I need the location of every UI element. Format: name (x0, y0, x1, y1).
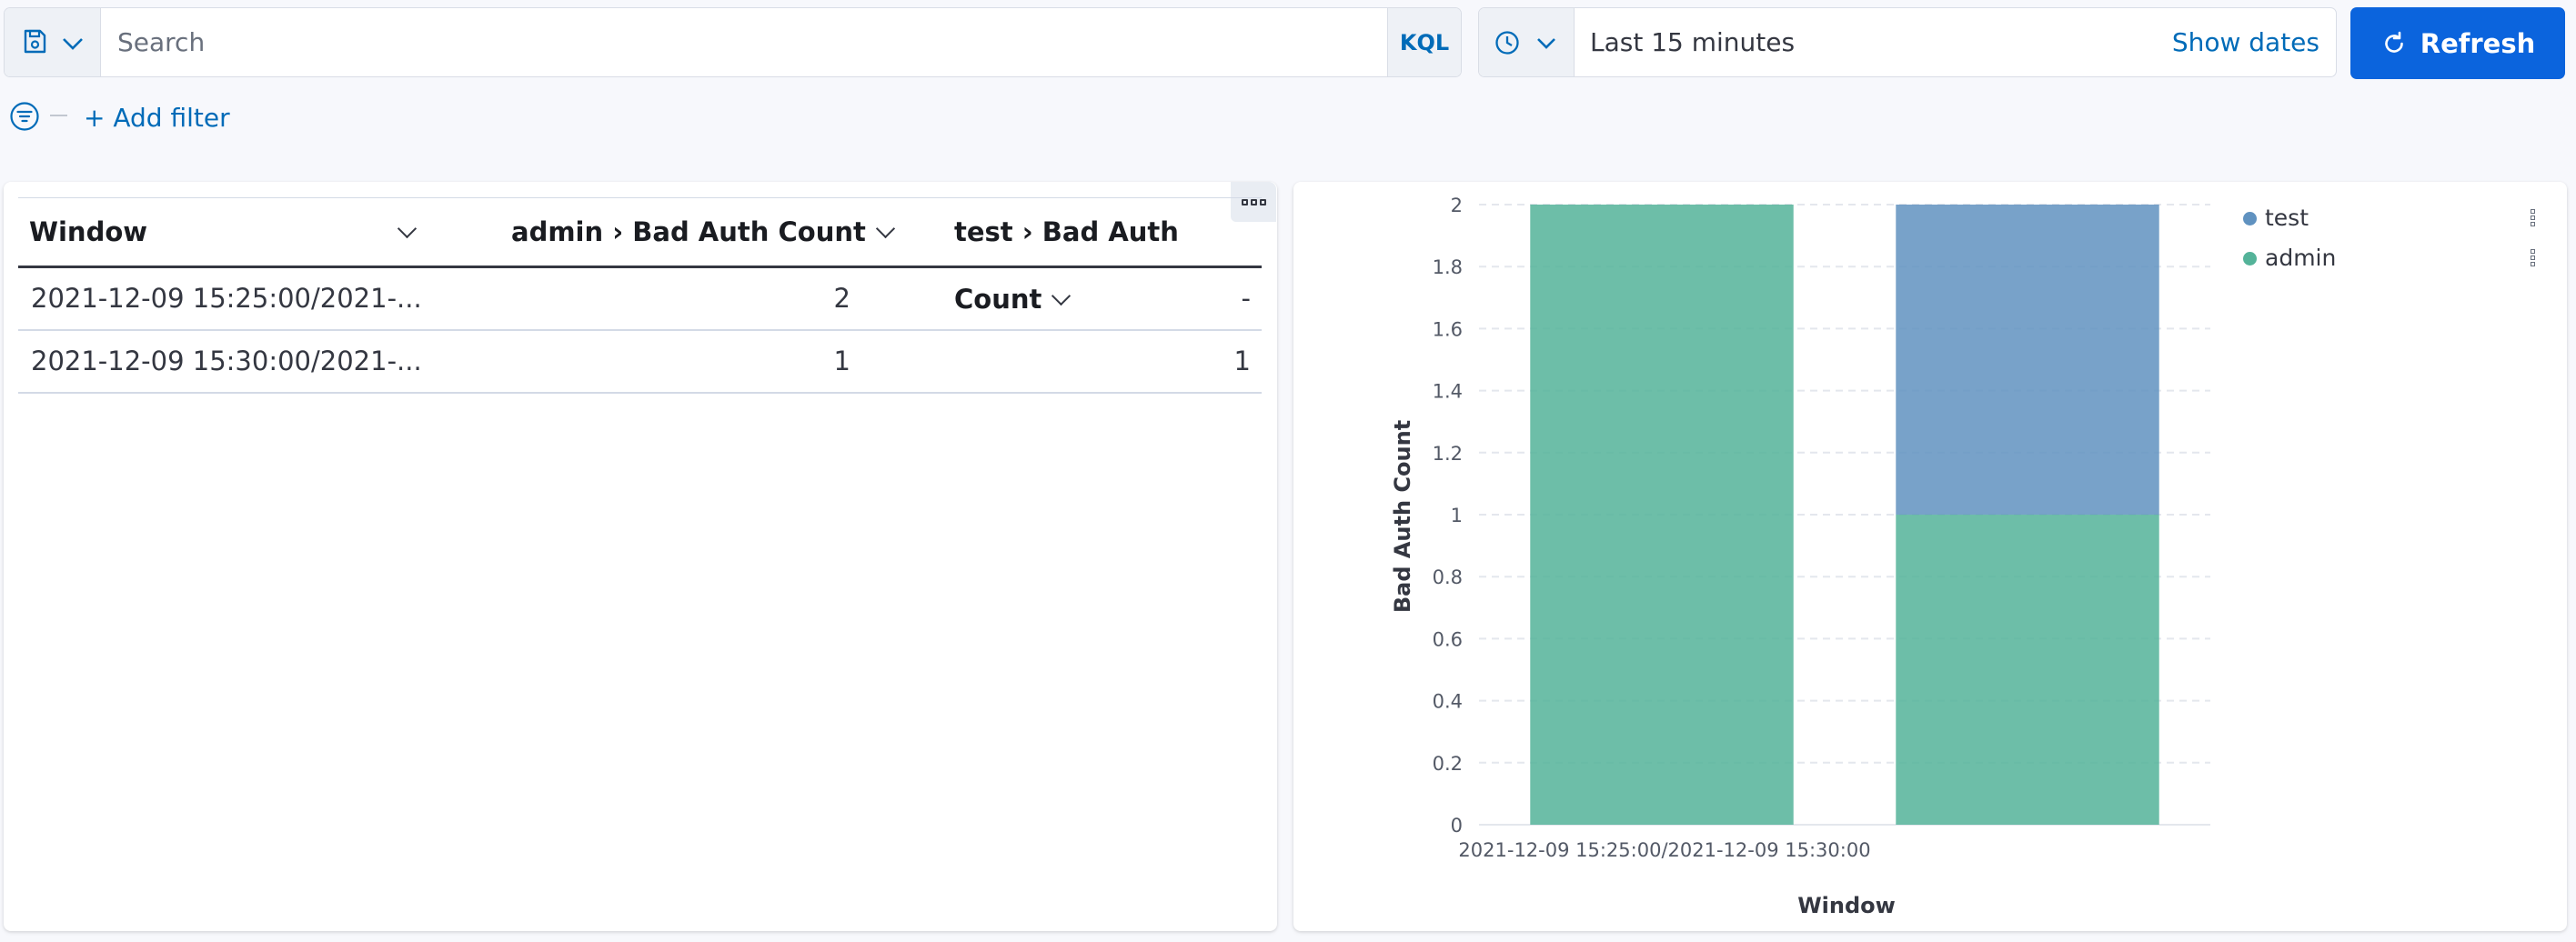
query-language-button[interactable]: KQL (1387, 8, 1461, 76)
filter-divider (50, 115, 67, 116)
table-row: 2021-12-09 15:25:00/2021-... 2 - (18, 268, 1262, 331)
bar-test (1896, 205, 2159, 515)
save-icon (24, 29, 46, 54)
refresh-icon (2384, 31, 2403, 53)
saved-query-menu-button[interactable] (5, 8, 101, 76)
refresh-button[interactable]: Refresh (2350, 7, 2565, 79)
time-picker: Last 15 minutes Show dates (1478, 7, 2337, 77)
y-tick-label: 2 (1451, 195, 1463, 216)
chevron-down-icon (875, 218, 895, 239)
column-header-admin-count[interactable]: admin › Bad Auth Count (511, 198, 895, 266)
table-cell-window: 2021-12-09 15:25:00/2021-... (31, 283, 422, 314)
show-dates-button[interactable]: Show dates (2172, 8, 2319, 76)
chevron-down-icon (1537, 38, 1555, 49)
x-tick-label: 2021-12-09 15:25:00/2021-12-09 15:30:00 (1458, 839, 1870, 861)
y-tick-label: 1.2 (1433, 443, 1463, 465)
legend-options-icon[interactable] (2531, 209, 2536, 228)
table-cell-admin-count: 1 (833, 346, 850, 376)
y-tick-label: 0.6 (1433, 628, 1463, 650)
table-cell-test-count: - (1241, 283, 1251, 314)
add-filter-button[interactable]: + Add filter (84, 103, 230, 133)
bar-admin (1896, 515, 2159, 825)
chart-panel: 0 0.2 0.4 0.6 0.8 1 1.2 1.4 1.6 1.8 2 2021-12-09 15… (1293, 182, 2567, 931)
y-tick-label: 1.6 (1433, 318, 1463, 340)
data-table: Window admin › Bad Auth Count test › Bad… (18, 197, 1262, 394)
column-header-label: Window (29, 216, 148, 247)
search-field[interactable] (101, 8, 1388, 76)
quick-select-button[interactable] (1479, 8, 1575, 76)
y-tick-label: 0.2 (1433, 753, 1463, 775)
x-axis-title: Window (1797, 893, 1896, 918)
legend-options-icon[interactable] (2531, 249, 2536, 268)
table-header: Window admin › Bad Auth Count test › Bad… (18, 197, 1262, 315)
y-tick-label: 1.8 (1433, 256, 1463, 278)
column-header-test-count[interactable]: test › Bad Auth Count (954, 198, 1262, 315)
bar-chart: 0 0.2 0.4 0.6 0.8 1 1.2 1.4 1.6 1.8 2 2021-12-09 15… (1390, 195, 2210, 918)
search-input[interactable] (101, 8, 1388, 76)
query-bar: KQL (4, 7, 1462, 77)
y-tick-label: 0.4 (1433, 691, 1463, 713)
legend-label: test (2265, 205, 2309, 231)
y-axis-title: Bad Auth Count (1390, 420, 1415, 613)
legend-item-test[interactable]: test (2243, 204, 2309, 233)
legend-item-admin[interactable]: admin (2243, 244, 2337, 273)
table-row: 2021-12-09 15:30:00/2021-... 1 1 (18, 331, 1262, 394)
chevron-down-icon[interactable] (397, 218, 418, 239)
y-tick-label: 0 (1451, 815, 1463, 837)
legend-dot (2243, 212, 2257, 225)
y-tick-label: 1.4 (1433, 381, 1463, 403)
y-tick-label: 1 (1451, 505, 1463, 526)
y-tick-label: 0.8 (1433, 566, 1463, 588)
table-cell-test-count: 1 (1233, 346, 1251, 376)
bar-admin (1530, 205, 1794, 825)
refresh-label: Refresh (2420, 27, 2536, 59)
chevron-down-icon (63, 38, 83, 50)
clock-icon (1495, 31, 1519, 55)
legend-label: admin (2265, 245, 2337, 271)
column-header-window[interactable]: Window (29, 198, 257, 266)
time-range-text[interactable]: Last 15 minutes (1590, 8, 1795, 76)
table-cell-admin-count: 2 (833, 283, 850, 314)
legend-dot (2243, 252, 2257, 266)
column-header-label: admin › Bad Auth Count (511, 216, 866, 247)
filter-menu-icon[interactable] (9, 101, 40, 132)
table-cell-window: 2021-12-09 15:30:00/2021-... (31, 346, 422, 376)
